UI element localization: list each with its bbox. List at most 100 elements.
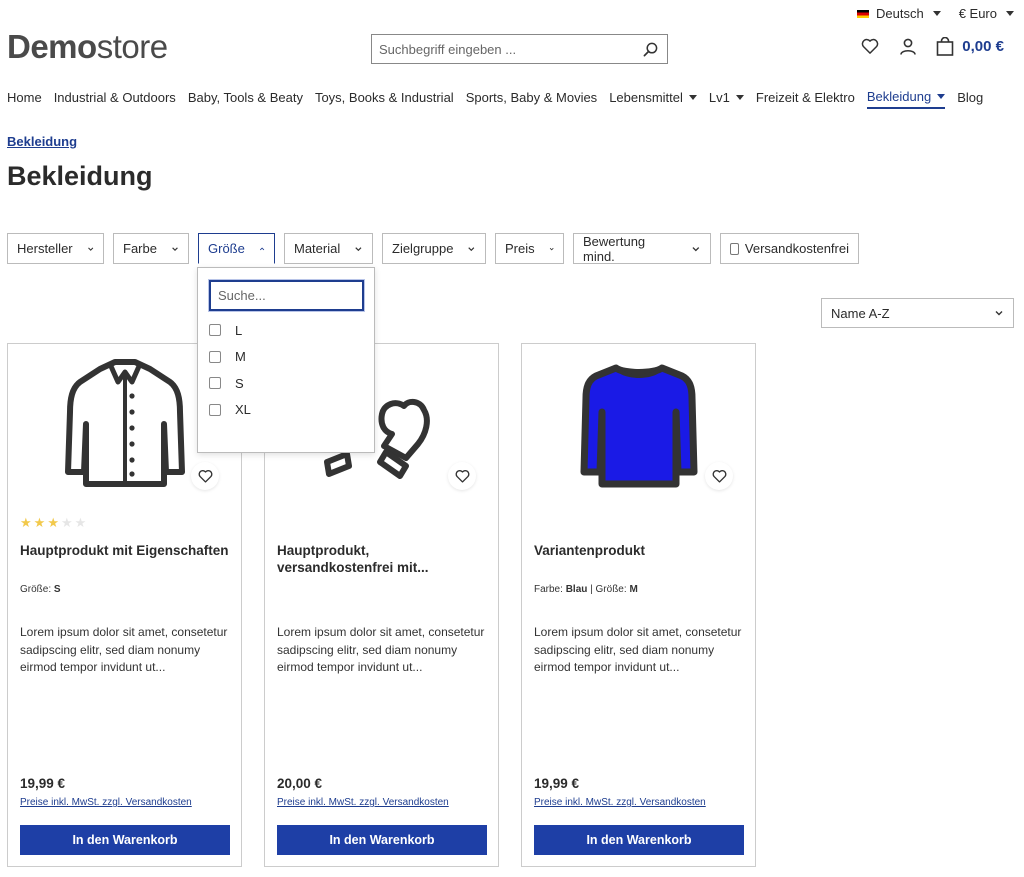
search-button[interactable] [633, 35, 667, 63]
nav-item-5[interactable]: Lebensmittel [609, 89, 697, 109]
nav-item-9[interactable]: Blog [957, 89, 983, 109]
nav-item-3[interactable]: Toys, Books & Industrial [315, 89, 454, 109]
sort-selected: Name A-Z [831, 305, 890, 321]
search-input[interactable] [372, 35, 633, 63]
heart-icon [198, 469, 212, 483]
account-button[interactable] [898, 36, 918, 56]
breadcrumb[interactable]: Bekleidung [7, 134, 77, 149]
shopping-bag-icon [936, 36, 954, 56]
filter-groesse[interactable]: Größe [198, 233, 275, 264]
size-option-checkbox[interactable] [209, 403, 221, 416]
tax-shipping-link[interactable]: Preise inkl. MwSt. zzgl. Versandkosten [20, 797, 192, 808]
product-description: Lorem ipsum dolor sit amet, consetetur s… [20, 625, 228, 674]
product-name[interactable]: Hauptprodukt mit Eigenschaften [20, 542, 232, 559]
add-to-cart-button[interactable]: In den Warenkorb [534, 825, 744, 855]
user-icon [900, 38, 917, 55]
nav-item-1[interactable]: Industrial & Outdoors [54, 89, 176, 109]
size-option-label: M [235, 349, 246, 365]
nav-item-label: Blog [957, 90, 984, 105]
logo-light: store [96, 28, 168, 65]
heart-icon [861, 38, 879, 54]
cart-button[interactable]: 0,00 € [936, 36, 1004, 56]
size-option-checkbox[interactable] [209, 350, 221, 363]
heart-icon [712, 469, 726, 483]
filter-zielgruppe[interactable]: Zielgruppe [382, 233, 486, 264]
chevron-down-icon [87, 247, 93, 251]
filter-material[interactable]: Material [284, 233, 373, 264]
filter-hersteller[interactable]: Hersteller [7, 233, 104, 264]
tax-shipping-link[interactable]: Preise inkl. MwSt. zzgl. Versandkosten [277, 797, 449, 808]
wishlist-button[interactable] [860, 36, 880, 56]
chevron-down-icon [995, 311, 1003, 316]
filter-bar: Hersteller Farbe Größe Material Zielgrup… [7, 233, 859, 264]
product-name[interactable]: Variantenprodukt [534, 542, 746, 559]
wishlist-toggle[interactable] [705, 462, 733, 490]
product-price: 19,99 € [534, 776, 580, 791]
topbar: Deutsch € Euro [856, 6, 1014, 21]
nav-item-label: Freizeit & Elektro [755, 90, 855, 105]
variant-label: Farbe: [534, 584, 563, 595]
nav-item-8[interactable]: Bekleidung [866, 89, 946, 109]
filter-label: Farbe [123, 241, 157, 256]
size-filter-dropdown: LMS XL [197, 267, 375, 453]
nav-item-label: Industrial & Outdoors [53, 90, 176, 105]
header-actions: 0,00 € [860, 36, 1004, 56]
wishlist-toggle[interactable] [448, 462, 476, 490]
language-selector[interactable]: Deutsch [856, 6, 941, 21]
size-search-input[interactable] [209, 280, 364, 311]
variant-label: Größe: [20, 584, 52, 595]
german-flag-icon [856, 9, 869, 18]
add-to-cart-button[interactable]: In den Warenkorb [20, 825, 230, 855]
nav-item-label: Bekleidung [866, 89, 932, 104]
logo[interactable]: Demostore [7, 28, 168, 66]
nav-item-label: Home [7, 90, 42, 105]
size-option-label: XL [235, 402, 251, 418]
wishlist-toggle[interactable] [191, 462, 219, 490]
product-variant: Größe: S [20, 584, 61, 595]
variant-value: S [53, 584, 61, 595]
nav-item-label: Toys, Books & Industrial [314, 90, 454, 105]
size-option-checkbox[interactable] [209, 324, 221, 337]
caret-down-icon [932, 11, 941, 16]
filter-preis[interactable]: Preis [495, 233, 564, 264]
chevron-down-icon [172, 246, 178, 251]
filter-versandkostenfrei[interactable]: Versandkostenfrei [720, 233, 859, 264]
filter-bewertung[interactable]: Bewertung mind. [573, 233, 711, 264]
rating-stars: ★ ★ ★ ★ ★ [20, 515, 86, 531]
filter-farbe[interactable]: Farbe [113, 233, 189, 264]
add-to-cart-button[interactable]: In den Warenkorb [277, 825, 487, 855]
size-option[interactable]: XL [198, 397, 374, 424]
main-navigation: Home Industrial & Outdoors Baby, Tools & B… [7, 89, 983, 109]
nav-item-4[interactable]: Sports, Baby & Movies [466, 89, 598, 109]
size-option[interactable]: L [198, 317, 374, 344]
sort-select[interactable]: Name A-Z [821, 298, 1014, 328]
filter-label: Hersteller [17, 241, 73, 256]
nav-item-7[interactable]: Freizeit & Elektro [756, 89, 855, 109]
caret-down-icon [735, 95, 744, 100]
size-option[interactable]: M [198, 344, 374, 371]
caret-down-icon [1006, 11, 1014, 16]
heart-icon [455, 469, 469, 483]
nav-item-label: Sports, Baby & Movies [465, 90, 598, 105]
tax-shipping-link[interactable]: Preise inkl. MwSt. zzgl. Versandkosten [534, 797, 706, 808]
size-option[interactable]: S [198, 370, 374, 397]
star-icon: ★ [47, 515, 59, 530]
filter-label: Preis [505, 241, 535, 256]
filter-label: Zielgruppe [392, 241, 454, 256]
jacket-icon [64, 359, 185, 487]
nav-item-6[interactable]: Lv1 [709, 89, 744, 109]
size-option-checkbox[interactable] [209, 377, 221, 390]
currency-label: € Euro [958, 6, 997, 21]
chevron-down-icon [692, 246, 700, 251]
versandkostenfrei-checkbox[interactable] [730, 242, 739, 255]
product-card[interactable]: Variantenprodukt Farbe: Blau | Größe: M Lo… [521, 343, 756, 867]
nav-item-2[interactable]: Baby, Tools & Beaty [188, 89, 303, 109]
product-variant: Farbe: Blau | Größe: M [534, 584, 638, 595]
nav-item-label: Baby, Tools & Beaty [187, 90, 303, 105]
product-name[interactable]: Hauptprodukt, versandkostenfrei mit... [277, 542, 489, 576]
filter-label: Versandkostenfrei [744, 241, 849, 256]
search-icon [643, 42, 657, 56]
currency-selector[interactable]: € Euro [959, 6, 1014, 21]
cart-total: 0,00 € [962, 37, 1004, 55]
nav-item-0[interactable]: Home [7, 89, 42, 109]
